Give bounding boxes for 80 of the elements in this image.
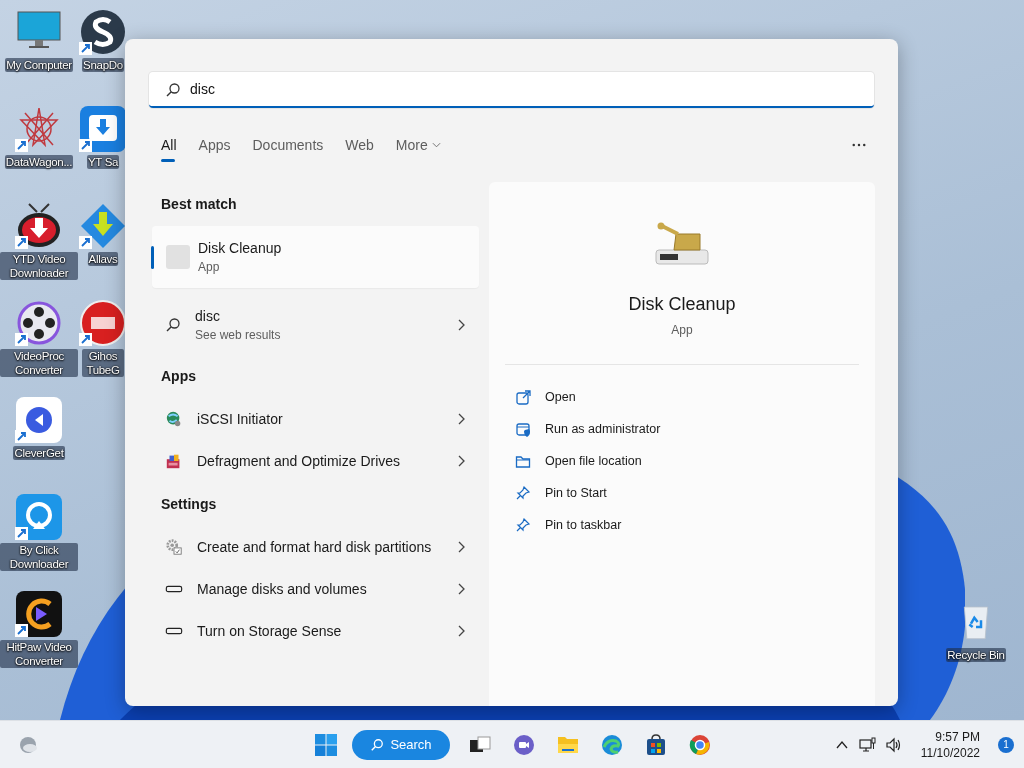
pin-icon [515,517,531,533]
result-title: Create and format hard disk partitions [197,538,432,557]
tv-download-shortcut-icon[interactable] [15,202,63,250]
desktop-icon-label[interactable]: VideoProc Converter [0,349,78,377]
app-title: Disk Cleanup [628,294,736,315]
folder-icon [515,453,531,469]
search-icon [165,317,181,333]
chevron-right-icon [457,413,465,425]
play-circle-shortcut-icon[interactable] [15,396,63,444]
desktop-icon-label[interactable]: Gihos TubeG [82,349,124,377]
clock-time: 9:57 PM [935,728,980,745]
chevron-right-icon [457,319,465,331]
download-diamond-shortcut-icon[interactable] [79,202,127,250]
shopping-bag-icon[interactable] [644,732,668,757]
result-item[interactable]: Create and format hard disk partitions [149,526,479,568]
desktop-icon-label[interactable]: Allavs [87,252,119,266]
globe-icon [165,410,183,428]
result-title: iSCSI Initiator [197,410,283,429]
result-title: Manage disks and volumes [197,580,367,599]
filter-tab[interactable]: Apps [188,127,241,163]
volume-icon[interactable] [884,736,903,753]
start-windows-icon[interactable] [314,732,338,757]
filter-tab[interactable]: All [149,127,187,163]
download-circle-shortcut-icon[interactable] [15,493,63,541]
more-dropdown-tab[interactable]: More [385,127,451,163]
desktop-icon-label[interactable]: YT Sa [86,155,120,169]
circle-logo-shortcut-icon[interactable] [79,299,127,347]
action-item[interactable]: Open [505,381,859,413]
desktop-icon-label[interactable]: Recycle Bin [946,648,1006,662]
caret-icon [431,142,441,148]
result-item[interactable]: Manage disks and volumes [149,568,479,610]
download-arrow-shortcut-icon[interactable] [79,105,127,153]
action-item[interactable]: Pin to Start [505,477,859,509]
wave-circle-icon[interactable] [600,732,624,757]
best-match-result[interactable]: Disk Cleanup App [152,226,479,288]
desktop-icon-label[interactable]: YTD Video Downloader [0,252,78,280]
search-button[interactable]: Search [352,729,450,760]
notification-badge[interactable]: 1 [998,736,1014,753]
result-subtitle: See web results [195,327,282,344]
result-title: Turn on Storage Sense [197,622,342,641]
action-item[interactable]: Run as administrator [505,413,859,445]
app-icon-placeholder [166,245,190,269]
open-external-icon [515,389,531,405]
network-icon[interactable] [858,736,877,753]
letter-c-play-shortcut-icon[interactable] [15,590,63,638]
section-heading: Best match [160,195,238,214]
result-subtitle: App [198,259,221,276]
section-heading: Apps [160,367,197,386]
result-item[interactable]: iSCSI Initiator [149,398,479,440]
result-title: Defragment and Optimize Drives [197,452,401,471]
search-icon [165,82,181,98]
letter-s-circle-shortcut-icon[interactable] [79,8,127,56]
film-reel-shortcut-icon[interactable] [15,299,63,347]
action-item[interactable]: Pin to taskbar [505,509,859,541]
search-field[interactable]: disc [149,72,874,108]
window-shield-icon [515,421,531,437]
filter-tab[interactable]: Documents [242,127,334,163]
app-type: App [671,323,693,337]
chevron-right-icon [457,455,465,467]
filter-tab[interactable]: Web [335,127,384,163]
action-item[interactable]: Open file location [505,445,859,477]
desktop-icon-label[interactable]: By Click Downloader [0,543,78,571]
chevron-right-icon [457,541,465,553]
section-heading: Settings [160,495,218,514]
chrome-circle-icon[interactable] [688,732,712,757]
result-title: Disk Cleanup [198,239,283,258]
chat-camera-icon[interactable] [512,732,536,757]
web-result[interactable]: disc See web results [149,296,479,354]
result-item[interactable]: Defragment and Optimize Drives [149,440,479,482]
clock-date: 11/10/2022 [920,744,980,761]
pin-icon [515,485,531,501]
search-icon [370,737,385,752]
desktop-icon-label[interactable]: My Computer [5,58,73,72]
desktop-icon-label[interactable]: HitPaw Video Converter [0,640,78,668]
result-title: disc [195,307,221,326]
gear-icon [165,538,183,556]
chevron-right-icon [457,583,465,595]
clock[interactable]: 9:57 PM 11/10/2022 [920,728,980,761]
result-item[interactable]: Turn on Storage Sense [149,610,479,652]
chevron-right-icon [457,625,465,637]
